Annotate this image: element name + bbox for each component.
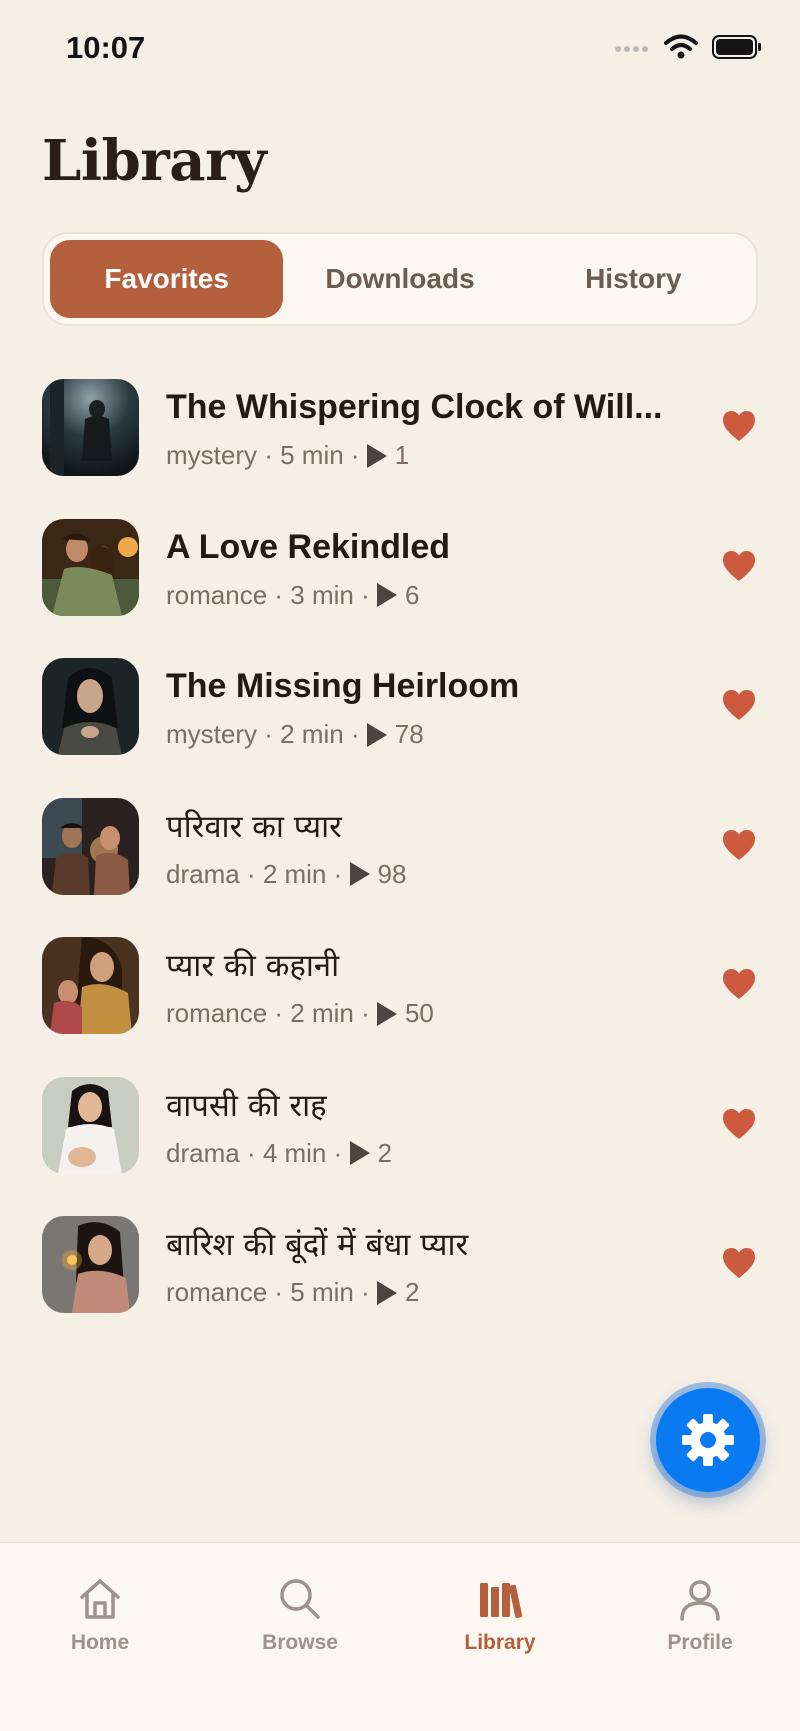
- wifi-icon: [664, 34, 698, 65]
- story-plays: 78: [394, 719, 424, 749]
- story-cover: [42, 518, 139, 616]
- story-plays: 50: [404, 998, 434, 1028]
- story-plays: 2: [377, 1137, 392, 1168]
- story-meta: romance · 5 min · 2: [166, 1277, 420, 1307]
- story-row[interactable]: परिवार का प्यार drama · 2 min · 98: [0, 795, 800, 935]
- story-title: The Whispering Clock of Will...: [166, 388, 663, 426]
- story-plays: 98: [377, 858, 407, 889]
- story-row[interactable]: The Missing Heirloom mystery · 2 min · 7…: [0, 655, 800, 795]
- tab-downloads[interactable]: Downloads: [283, 240, 516, 318]
- story-genre: drama: [166, 1137, 240, 1168]
- gear-icon: [682, 1414, 734, 1466]
- story-duration: 2 min: [262, 858, 327, 889]
- search-icon: [280, 1579, 320, 1619]
- story-title: बारिश की बूंदों में बंधा प्यार: [166, 1227, 469, 1263]
- favorites-list: The Whispering Clock of Will... mystery …: [0, 376, 800, 1353]
- battery-icon: [712, 35, 762, 64]
- bottom-nav: Home Browse Library Profile: [0, 1542, 800, 1731]
- story-duration: 2 min: [290, 998, 354, 1028]
- status-icons: [614, 34, 762, 65]
- story-cover: [42, 797, 139, 895]
- story-genre: romance: [166, 579, 268, 610]
- signal-icon: [614, 41, 650, 59]
- tab-favorites[interactable]: Favorites: [50, 240, 284, 318]
- tab-history[interactable]: History: [517, 240, 750, 318]
- story-duration: 5 min: [290, 1277, 354, 1307]
- play-icon: [349, 1141, 370, 1165]
- heart-icon[interactable]: [722, 829, 756, 861]
- nav-label: Home: [70, 1631, 130, 1654]
- status-bar: 10:07: [0, 0, 800, 100]
- nav-library[interactable]: Library: [400, 1543, 600, 1731]
- play-icon: [376, 1280, 397, 1305]
- story-genre: mystery: [166, 440, 257, 470]
- story-plays: 1: [394, 440, 410, 470]
- story-title: वापसी की राह: [166, 1087, 327, 1124]
- story-duration: 5 min: [280, 440, 344, 470]
- story-title: परिवार का प्यार: [166, 808, 342, 845]
- play-icon: [376, 1001, 397, 1026]
- story-title: A Love Rekindled: [166, 527, 451, 566]
- story-genre: romance: [166, 1277, 268, 1307]
- nav-label: Profile: [667, 1631, 733, 1654]
- story-plays: 2: [404, 1277, 420, 1307]
- heart-icon[interactable]: [722, 1108, 756, 1140]
- page-title: Library: [42, 128, 267, 194]
- story-plays: 6: [404, 579, 420, 610]
- story-row[interactable]: बारिश की बूंदों में बंधा प्यार romance ·…: [0, 1213, 800, 1353]
- heart-icon[interactable]: [722, 968, 756, 1000]
- play-icon: [366, 443, 387, 468]
- nav-browse[interactable]: Browse: [200, 1543, 400, 1731]
- story-meta: romance · 3 min · 6: [166, 579, 420, 610]
- story-meta: mystery · 5 min · 1: [166, 440, 410, 470]
- story-row[interactable]: The Whispering Clock of Will... mystery …: [0, 376, 800, 516]
- story-genre: drama: [166, 858, 240, 889]
- settings-button[interactable]: [656, 1388, 760, 1492]
- story-title: प्यार की कहानी: [166, 948, 340, 984]
- nav-label: Library: [464, 1631, 536, 1654]
- story-cover: [42, 1216, 139, 1313]
- status-time: 10:07: [66, 30, 146, 65]
- story-cover: [42, 1076, 139, 1174]
- play-icon: [349, 862, 370, 886]
- profile-icon: [680, 1580, 720, 1621]
- story-duration: 3 min: [290, 579, 354, 610]
- nav-profile[interactable]: Profile: [600, 1543, 800, 1731]
- story-title: The Missing Heirloom: [166, 667, 520, 705]
- story-meta: drama · 2 min · 98: [166, 858, 407, 889]
- story-row[interactable]: A Love Rekindled romance · 3 min · 6: [0, 516, 800, 656]
- story-row[interactable]: प्यार की कहानी romance · 2 min · 50: [0, 934, 800, 1074]
- home-icon: [80, 1579, 120, 1619]
- heart-icon[interactable]: [722, 410, 756, 442]
- story-row[interactable]: वापसी की राह drama · 4 min · 2: [0, 1074, 800, 1214]
- story-cover: [42, 658, 139, 755]
- story-cover: [42, 379, 139, 476]
- nav-home[interactable]: Home: [0, 1543, 200, 1731]
- heart-icon[interactable]: [722, 550, 756, 582]
- story-genre: romance: [166, 998, 268, 1028]
- story-genre: mystery: [166, 719, 257, 749]
- story-duration: 2 min: [280, 719, 344, 749]
- library-tabs: Favorites Downloads History: [42, 232, 758, 326]
- story-duration: 4 min: [262, 1137, 327, 1168]
- play-icon: [366, 722, 387, 747]
- story-meta: mystery · 2 min · 78: [166, 719, 424, 749]
- story-meta: romance · 2 min · 50: [166, 998, 434, 1028]
- heart-icon[interactable]: [722, 689, 756, 721]
- story-cover: [42, 937, 139, 1034]
- play-icon: [376, 583, 397, 607]
- library-icon: [480, 1583, 523, 1618]
- heart-icon[interactable]: [722, 1247, 756, 1279]
- nav-label: Browse: [262, 1631, 338, 1654]
- story-meta: drama · 4 min · 2: [166, 1137, 392, 1168]
